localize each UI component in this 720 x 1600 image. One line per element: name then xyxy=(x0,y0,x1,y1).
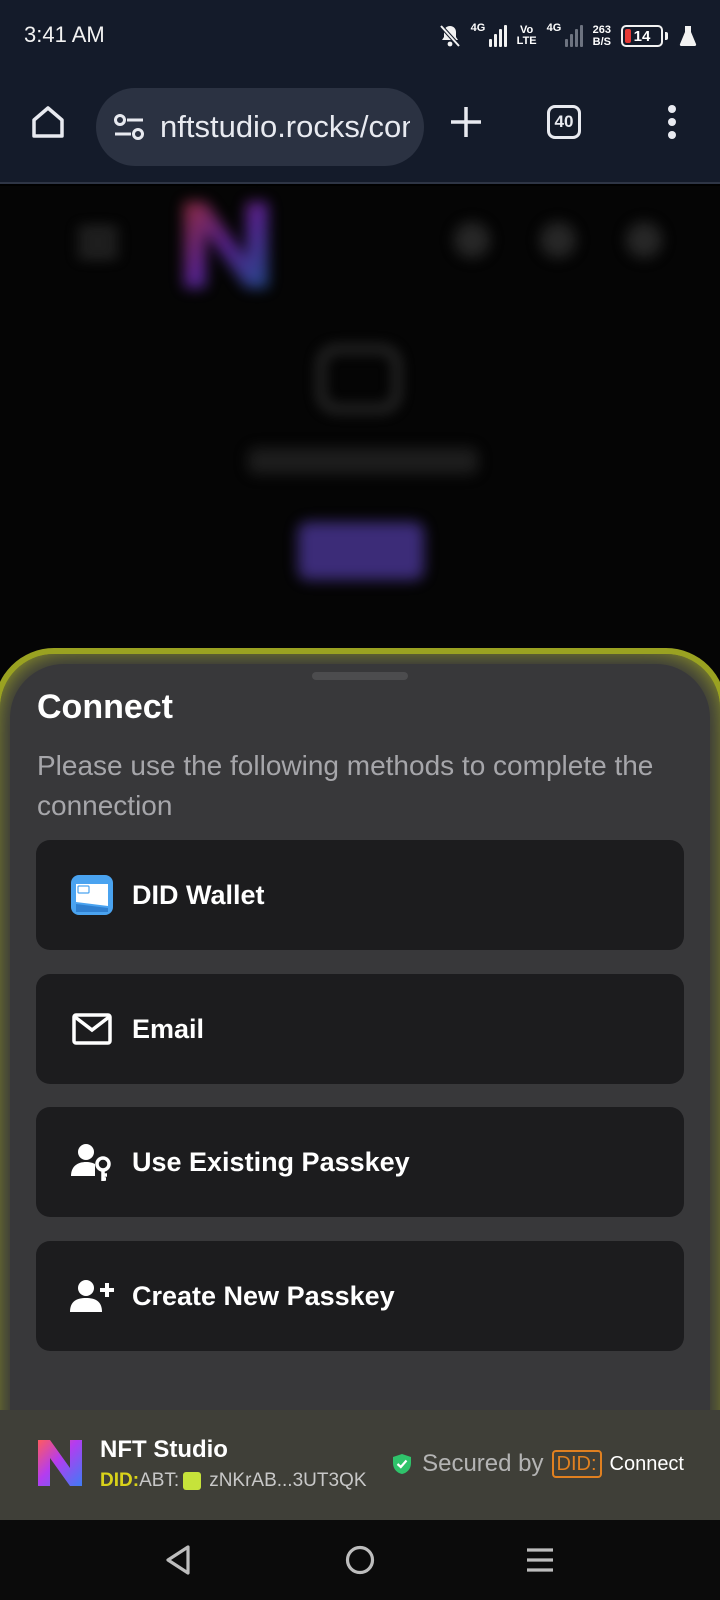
signal-strength-icon-2: 4G xyxy=(546,22,583,47)
address-bar[interactable]: nftstudio.rocks/connect xyxy=(96,88,424,166)
volte-bottom: LTE xyxy=(516,35,537,47)
did-badge: DID: xyxy=(551,1450,602,1478)
did-avatar xyxy=(183,1472,202,1490)
email-label: Email xyxy=(132,1013,205,1044)
new-tab-icon xyxy=(451,107,481,137)
status-icons: 4G Vo LTE 4G 263 B/S 14 xyxy=(439,18,698,54)
signal-label-2: 4G xyxy=(546,22,562,34)
status-time: 3:41 AM xyxy=(24,22,105,47)
did-connect-label: Connect xyxy=(609,1452,685,1475)
sheet-footer: NFT Studio DID: ABT: zNKrAB...3UT3QK Sec… xyxy=(0,1410,720,1520)
tab-count: 40 xyxy=(547,105,581,139)
menu-icon xyxy=(78,228,118,258)
url-text[interactable]: nftstudio.rocks/connect xyxy=(160,109,410,145)
home-button[interactable] xyxy=(20,94,76,150)
nft-studio-logo xyxy=(184,202,268,288)
new-tab-button[interactable] xyxy=(438,94,494,150)
did-wallet-icon xyxy=(70,873,114,917)
home-nav-button[interactable] xyxy=(338,1538,382,1582)
blurred-text xyxy=(248,448,478,474)
recents-icon xyxy=(527,1548,553,1572)
use-existing-passkey-label: Use Existing Passkey xyxy=(132,1146,410,1177)
create-new-passkey-label: Create New Passkey xyxy=(132,1280,395,1311)
sheet-title: Connect xyxy=(37,688,173,726)
signal-strength-icon: 4G xyxy=(470,22,507,47)
tab-switcher-button[interactable]: 40 xyxy=(536,94,592,150)
more-options-icon xyxy=(668,105,676,139)
network-speed: 263 B/S xyxy=(593,24,611,48)
status-bar: 3:41 AM 4G Vo LTE 4G 263 B/S 14 xyxy=(0,0,720,72)
secured-by-did-connect: Secured by DID: Connect xyxy=(392,1450,684,1478)
sheet-drag-handle[interactable] xyxy=(312,672,408,680)
user-icon xyxy=(626,222,662,258)
secured-by-text: Secured by xyxy=(422,1450,544,1477)
did-type: ABT: xyxy=(139,1470,180,1491)
shield-check-icon xyxy=(393,1454,412,1474)
wallet-icon xyxy=(318,346,400,412)
notifications-off-icon xyxy=(439,24,461,48)
did-prefix: DID: xyxy=(100,1470,140,1491)
net-speed-value: 263 xyxy=(592,24,611,36)
passkey-icon xyxy=(70,1140,114,1184)
back-icon xyxy=(166,1545,190,1575)
app-did[interactable]: DID: ABT: zNKrAB...3UT3QK xyxy=(100,1470,372,1492)
signal-label: 4G xyxy=(470,22,486,34)
add-user-icon xyxy=(70,1274,114,1318)
email-button[interactable]: Email xyxy=(36,974,684,1084)
blurred-login-button xyxy=(298,522,424,580)
did-value: zNKrAB...3UT3QK xyxy=(209,1470,367,1491)
app-name: NFT Studio xyxy=(100,1436,228,1463)
did-wallet-label: DID Wallet xyxy=(132,879,265,910)
did-wallet-button[interactable]: DID Wallet xyxy=(36,840,684,950)
volte-indicator: Vo LTE xyxy=(517,25,537,47)
nft-studio-app-logo xyxy=(38,1440,82,1486)
email-icon xyxy=(70,1007,114,1051)
connect-sheet: Connect Please use the following methods… xyxy=(0,654,720,1520)
battery-saver-icon xyxy=(678,24,698,48)
home-circle-icon xyxy=(345,1545,375,1575)
cart-icon xyxy=(540,222,576,258)
more-options-button[interactable] xyxy=(644,94,700,150)
recents-button[interactable] xyxy=(518,1538,562,1582)
use-existing-passkey-button[interactable]: Use Existing Passkey xyxy=(36,1107,684,1217)
battery-icon: 14 xyxy=(621,25,663,47)
browser-toolbar: nftstudio.rocks/connect 40 xyxy=(0,72,720,184)
site-settings-icon[interactable] xyxy=(112,110,146,144)
sheet-subtitle: Please use the following methods to comp… xyxy=(37,750,654,821)
home-icon xyxy=(32,106,64,138)
back-button[interactable] xyxy=(156,1538,200,1582)
system-navigation-bar xyxy=(0,1520,720,1600)
create-new-passkey-button[interactable]: Create New Passkey xyxy=(36,1241,684,1351)
search-icon xyxy=(454,222,490,258)
net-speed-unit: B/S xyxy=(592,36,611,48)
battery-level: 14 xyxy=(633,27,651,45)
